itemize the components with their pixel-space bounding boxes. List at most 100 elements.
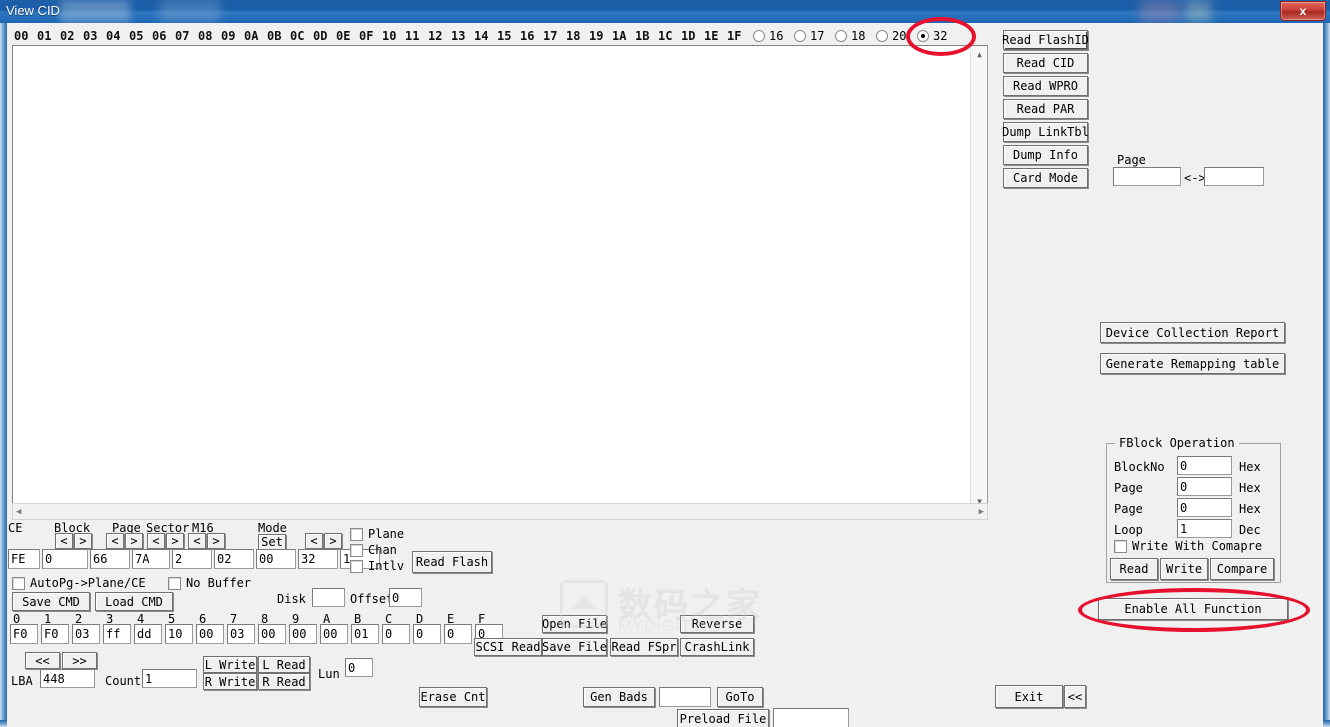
read-wpro-button[interactable]: Read WPRO xyxy=(1003,76,1088,96)
read-par-button[interactable]: Read PAR xyxy=(1003,99,1088,119)
l-read-button[interactable]: L Read xyxy=(258,656,310,673)
lba-next-button[interactable]: >> xyxy=(62,652,97,669)
fblock-write-button[interactable]: Write xyxy=(1160,558,1208,580)
m16-spin-prev-button[interactable]: < xyxy=(188,533,206,549)
fblock-page-1-input[interactable]: 0 xyxy=(1177,477,1232,496)
close-button[interactable]: x xyxy=(1280,1,1326,21)
count-input[interactable]: 1 xyxy=(142,669,197,688)
open-file-button[interactable]: Open File xyxy=(542,615,607,633)
param-m16a-input[interactable]: 02 xyxy=(214,549,254,569)
cmd-byte-B-input[interactable]: 01 xyxy=(351,624,379,644)
save-file-button[interactable]: Save File xyxy=(542,638,607,656)
param-block2-input[interactable]: 66 xyxy=(90,549,130,569)
page-from-input[interactable] xyxy=(1113,167,1181,186)
preload-file-button[interactable]: Preload File xyxy=(677,709,769,727)
card-mode-button[interactable]: Card Mode xyxy=(1003,168,1088,188)
no-buffer-checkbox[interactable]: No Buffer xyxy=(168,576,251,590)
r-read-button[interactable]: R Read xyxy=(258,673,310,690)
intlv-checkbox[interactable]: Intlv xyxy=(350,559,404,573)
scsi-read-button[interactable]: SCSI Read xyxy=(474,638,542,656)
cmd-byte-6-input[interactable]: 00 xyxy=(196,624,224,644)
param-mode-input[interactable]: 32 xyxy=(298,549,338,569)
block-spin-next-button[interactable]: > xyxy=(74,533,92,549)
mode-spin-prev-button[interactable]: < xyxy=(305,533,323,549)
param-sector-input[interactable]: 2 xyxy=(172,549,212,569)
fblock-read-button[interactable]: Read xyxy=(1110,558,1158,580)
device-collection-report-button[interactable]: Device Collection Report xyxy=(1100,322,1285,343)
cmd-byte-5-input[interactable]: 10 xyxy=(165,624,193,644)
lba-prev-button[interactable]: << xyxy=(25,652,60,669)
cmd-byte-9-input[interactable]: 00 xyxy=(289,624,317,644)
read-cid-button[interactable]: Read CID xyxy=(1003,53,1088,73)
gen-bads-button[interactable]: Gen Bads xyxy=(583,687,655,707)
chan-checkbox[interactable]: Chan xyxy=(350,543,397,557)
m16-spin-next-button[interactable]: > xyxy=(207,533,225,549)
fblock-page-2-input[interactable]: 0 xyxy=(1177,498,1232,517)
lun-input[interactable]: 0 xyxy=(345,658,373,677)
mode-set-button[interactable]: Set xyxy=(258,534,286,550)
mode-spin-next-button[interactable]: > xyxy=(324,533,342,549)
write-with-compare-checkbox[interactable]: Write With Comapre xyxy=(1114,539,1262,553)
r-write-button[interactable]: R Write xyxy=(203,673,257,690)
param-page-input[interactable]: 7A xyxy=(132,549,170,569)
cmd-byte-3-input[interactable]: ff xyxy=(103,624,131,644)
cmd-byte-E-input[interactable]: 0 xyxy=(444,624,472,644)
preload-file-input[interactable] xyxy=(773,708,849,727)
lba-input[interactable]: 448 xyxy=(40,669,95,688)
scroll-up-icon[interactable]: ▲ xyxy=(971,46,988,63)
l-write-button[interactable]: L Write xyxy=(203,656,257,673)
hex-data-view[interactable]: ▲ ▼ xyxy=(12,45,988,511)
fblock-blockno-input[interactable]: 0 xyxy=(1177,456,1232,475)
hex-horizontal-scrollbar[interactable]: ◀ ▶ xyxy=(12,503,988,520)
generate-remapping-table-button[interactable]: Generate Remapping table xyxy=(1100,353,1285,374)
radio-width-32[interactable]: 32 xyxy=(917,29,947,43)
cmd-byte-D-input[interactable]: 0 xyxy=(413,624,441,644)
cmd-byte-A-input[interactable]: 00 xyxy=(320,624,348,644)
param-m16b-input[interactable]: 00 xyxy=(256,549,296,569)
sector-spin-prev-button[interactable]: < xyxy=(147,533,165,549)
param-block1-input[interactable]: 0 xyxy=(42,549,88,569)
hex-vertical-scrollbar[interactable]: ▲ ▼ xyxy=(970,46,987,510)
radio-width-20[interactable]: 20 xyxy=(876,29,906,43)
radio-width-16[interactable]: 16 xyxy=(753,29,783,43)
read-fspr-button[interactable]: Read FSpr xyxy=(610,638,678,656)
enable-all-function-button[interactable]: Enable All Function xyxy=(1098,598,1288,620)
cmd-byte-8-input[interactable]: 00 xyxy=(258,624,286,644)
gen-bads-input[interactable] xyxy=(659,687,711,707)
crash-link-button[interactable]: CrashLink xyxy=(680,638,754,656)
save-cmd-button[interactable]: Save CMD xyxy=(12,592,90,611)
page-spin-prev-button[interactable]: < xyxy=(106,533,124,549)
sector-spin-next-button[interactable]: > xyxy=(166,533,184,549)
exit-button[interactable]: Exit xyxy=(995,685,1063,708)
collapse-button[interactable]: << xyxy=(1064,685,1086,708)
cmd-byte-4-input[interactable]: dd xyxy=(134,624,162,644)
dump-linktbl-button[interactable]: Dump LinkTbl xyxy=(1002,122,1089,142)
fblock-loop-input[interactable]: 1 xyxy=(1177,519,1232,538)
read-flash-button[interactable]: Read Flash xyxy=(412,551,492,573)
reverse-button[interactable]: Reverse xyxy=(680,615,754,633)
dump-info-button[interactable]: Dump Info xyxy=(1003,145,1088,165)
disk-input[interactable] xyxy=(312,588,345,607)
goto-button[interactable]: GoTo xyxy=(717,687,763,707)
cmd-byte-7-input[interactable]: 03 xyxy=(227,624,255,644)
fblock-compare-button[interactable]: Compare xyxy=(1210,558,1274,580)
load-cmd-button[interactable]: Load CMD xyxy=(95,592,173,611)
scroll-left-icon[interactable]: ◀ xyxy=(16,507,21,517)
autopg-plane-ce-checkbox[interactable]: AutoPg->Plane/CE xyxy=(12,576,146,590)
page-to-input[interactable] xyxy=(1204,167,1264,186)
cmd-byte-C-input[interactable]: 0 xyxy=(382,624,410,644)
scroll-right-icon[interactable]: ▶ xyxy=(979,507,984,517)
cmd-byte-1-input[interactable]: F0 xyxy=(41,624,69,644)
cmd-byte-0-input[interactable]: F0 xyxy=(10,624,38,644)
block-spin-prev-button[interactable]: < xyxy=(55,533,73,549)
radio-width-17[interactable]: 17 xyxy=(794,29,824,43)
param-ce-input[interactable]: FE xyxy=(8,549,40,569)
plane-label: Plane xyxy=(368,527,405,541)
page-spin-next-button[interactable]: > xyxy=(125,533,143,549)
erase-cnt-button[interactable]: Erase Cnt xyxy=(419,687,487,707)
plane-checkbox[interactable]: Plane xyxy=(350,527,404,541)
cmd-byte-2-input[interactable]: 03 xyxy=(72,624,100,644)
read-flashid-button[interactable]: Read FlashID xyxy=(1002,30,1089,50)
offset-input[interactable]: 0 xyxy=(389,588,422,607)
radio-width-18[interactable]: 18 xyxy=(835,29,865,43)
